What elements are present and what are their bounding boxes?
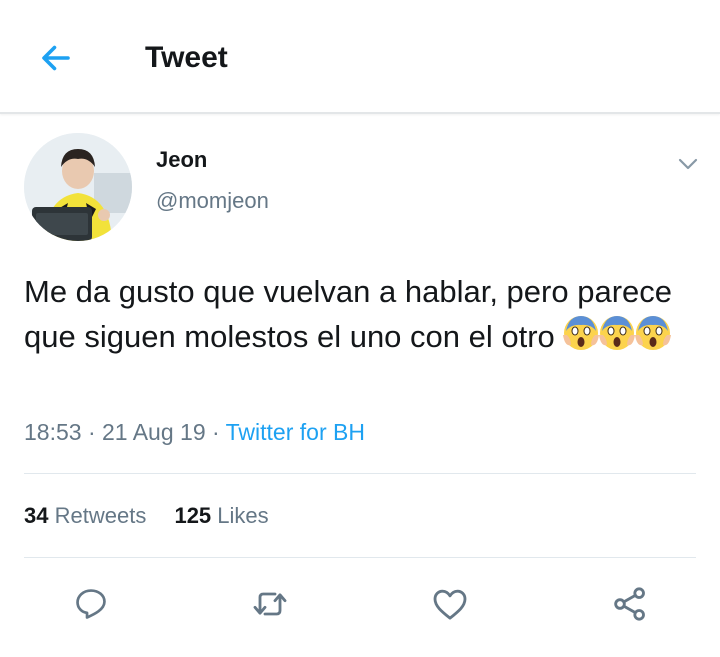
author-handle[interactable]: @momjeon xyxy=(156,187,269,215)
retweet-icon xyxy=(253,592,287,616)
profile-photo xyxy=(24,133,132,241)
share-button[interactable] xyxy=(608,580,652,628)
tweet-stats: 34 Retweets 125 Likes xyxy=(24,500,291,532)
meta-separator: · xyxy=(81,419,103,445)
retweets-stat[interactable]: 34 Retweets xyxy=(24,503,146,528)
reply-button[interactable] xyxy=(69,580,113,628)
page-title: Tweet xyxy=(145,41,228,74)
back-button[interactable] xyxy=(36,38,76,78)
avatar[interactable] xyxy=(24,133,132,241)
app-header: Tweet xyxy=(0,0,720,114)
likes-stat[interactable]: 125 Likes xyxy=(174,503,268,528)
like-icon xyxy=(433,589,467,620)
chevron-down-icon xyxy=(678,158,698,170)
tweet-date: 21 Aug 19 xyxy=(102,419,206,445)
tweet-meta: 18:53 · 21 Aug 19 · Twitter for BH xyxy=(24,416,365,448)
tweet-time: 18:53 xyxy=(24,419,82,445)
like-button[interactable] xyxy=(428,580,472,628)
more-options-button[interactable] xyxy=(674,150,702,178)
retweets-count: 34 xyxy=(24,503,49,528)
divider xyxy=(24,557,696,558)
likes-label: Likes xyxy=(217,503,269,528)
retweets-label: Retweets xyxy=(54,503,147,528)
arrow-left-icon xyxy=(42,45,70,71)
divider xyxy=(24,473,696,474)
tweet-source-link[interactable]: Twitter for BH xyxy=(226,419,365,445)
emoji-group xyxy=(561,313,671,364)
tweet-body: Me da gusto que vuelvan a hablar, pero p… xyxy=(24,270,694,364)
likes-count: 125 xyxy=(174,503,212,528)
meta-separator: · xyxy=(205,419,226,445)
action-bar xyxy=(0,580,720,630)
scream-emoji xyxy=(598,316,635,350)
scream-emoji xyxy=(634,316,671,350)
author-name[interactable]: Jeon xyxy=(156,146,207,174)
retweet-button[interactable] xyxy=(248,580,292,628)
reply-icon xyxy=(76,589,106,619)
share-icon xyxy=(614,587,645,621)
scream-emoji xyxy=(562,316,599,350)
